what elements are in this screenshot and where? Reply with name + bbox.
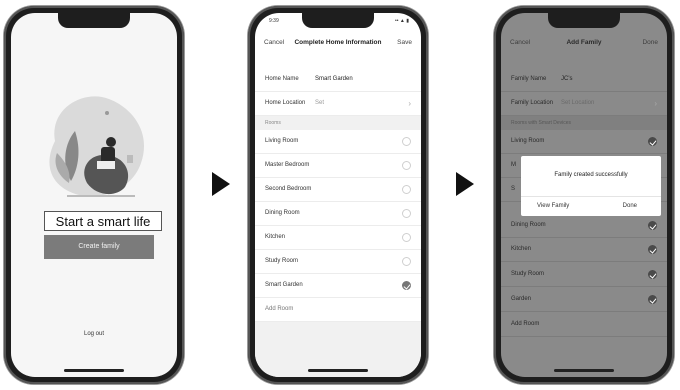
checkbox-icon[interactable] [402, 137, 411, 146]
family-name-value: JC's [561, 76, 573, 82]
room-row[interactable]: Smart Garden [255, 274, 421, 298]
home-info-screen: 9:39 •• ▲ ▮ Cancel Complete Home Informa… [255, 13, 421, 377]
done-button[interactable]: Done [642, 39, 658, 46]
illustration-laptop [97, 161, 115, 169]
home-location-row[interactable]: Home Location Set › [255, 92, 421, 116]
room-row[interactable]: Living Room [255, 130, 421, 154]
home-name-label: Home Name [265, 76, 299, 82]
save-button[interactable]: Save [397, 39, 412, 46]
room-label: Garden [511, 296, 532, 302]
home-location-label: Home Location [265, 100, 306, 106]
room-label: Study Room [511, 271, 545, 277]
checked-icon[interactable] [648, 221, 657, 230]
notch [548, 13, 620, 28]
room-label: M [511, 162, 516, 168]
room-row[interactable]: Master Bedroom [255, 154, 421, 178]
room-row[interactable]: Study Room [255, 250, 421, 274]
checked-icon[interactable] [648, 245, 657, 254]
room-label: Kitchen [511, 246, 532, 252]
rooms-section-header: Rooms [255, 116, 421, 130]
illustration-head [106, 137, 116, 147]
start-title: Start a smart life [44, 211, 162, 231]
add-family-screen: Cancel Add Family Done Family Name JC's … [501, 13, 667, 377]
family-name-row[interactable]: Family Name JC's [501, 68, 667, 92]
room-row[interactable]: Dining Room [501, 214, 667, 238]
nav-bar: Cancel Complete Home Information Save [255, 35, 421, 51]
checked-icon[interactable] [648, 295, 657, 304]
phone-home-info: 9:39 •• ▲ ▮ Cancel Complete Home Informa… [248, 6, 428, 384]
notch [302, 13, 374, 28]
home-indicator [308, 369, 368, 372]
home-location-value: Set [315, 100, 325, 106]
checked-icon[interactable] [648, 270, 657, 279]
dialog-done-button[interactable]: Done [623, 203, 637, 209]
start-screen: Start a smart life Create family Log out [11, 13, 177, 377]
checkbox-icon[interactable] [402, 185, 411, 194]
room-row[interactable]: Study Room [501, 263, 667, 287]
dialog-message: Family created successfully [554, 172, 628, 178]
phone-add-family: Cancel Add Family Done Family Name JC's … [494, 6, 674, 384]
home-name-row[interactable]: Home Name Smart Garden [255, 68, 421, 92]
room-label: Smart Garden [265, 282, 303, 288]
room-row[interactable]: Dining Room [255, 202, 421, 226]
checked-icon[interactable] [648, 137, 657, 146]
room-label: Living Room [265, 138, 299, 144]
nav-bar: Cancel Add Family Done [501, 35, 667, 51]
checkbox-icon[interactable] [402, 233, 411, 242]
room-label: S [511, 186, 516, 192]
room-label: Study Room [265, 258, 299, 264]
room-label: Living Room [511, 138, 545, 144]
home-indicator [64, 369, 124, 372]
room-row[interactable]: Living Room [501, 130, 667, 154]
rooms-section-header: Rooms with Smart Devices [501, 116, 667, 130]
dialog-divider [521, 196, 661, 197]
checkbox-icon[interactable] [402, 161, 411, 170]
phone-start: Start a smart life Create family Log out [4, 6, 184, 384]
family-name-label: Family Name [511, 76, 547, 82]
chevron-right-icon: › [408, 99, 411, 108]
room-label: Master Bedroom [265, 162, 310, 168]
room-label: Dining Room [511, 222, 546, 228]
room-row[interactable]: Kitchen [501, 238, 667, 262]
family-location-label: Family Location [511, 100, 554, 106]
family-location-row[interactable]: Family Location Set Location › [501, 92, 667, 116]
logout-link[interactable]: Log out [11, 331, 177, 337]
notch [58, 13, 130, 28]
checkbox-icon[interactable] [402, 209, 411, 218]
add-room-label: Add Room [265, 306, 294, 312]
home-name-value: Smart Garden [315, 76, 353, 82]
family-location-value: Set Location [561, 100, 595, 106]
illustration-device [127, 155, 133, 163]
view-family-button[interactable]: View Family [537, 203, 569, 209]
chevron-right-icon: › [654, 99, 657, 108]
home-indicator [554, 369, 614, 372]
smart-life-illustration [49, 96, 145, 197]
room-row[interactable]: Garden [501, 288, 667, 312]
arrow-right-icon [212, 172, 230, 196]
arrow-right-icon [456, 172, 474, 196]
status-time: 9:39 [269, 18, 279, 24]
room-row[interactable]: Second Bedroom [255, 178, 421, 202]
status-icons: •• ▲ ▮ [395, 18, 409, 24]
page-title: Complete Home Information [294, 39, 382, 46]
room-label: Kitchen [265, 234, 286, 240]
add-room-row[interactable]: Add Room [255, 298, 421, 322]
rooms-section-label: Rooms [265, 120, 281, 126]
rooms-section-label: Rooms with Smart Devices [511, 120, 572, 126]
create-family-button[interactable]: Create family [44, 235, 154, 259]
room-label: Second Bedroom [265, 186, 312, 192]
room-label: Dining Room [265, 210, 300, 216]
checkbox-icon[interactable] [402, 257, 411, 266]
add-room-label: Add Room [511, 321, 540, 327]
illustration-floor [67, 195, 135, 197]
add-room-row[interactable]: Add Room [501, 313, 667, 337]
room-row[interactable]: Kitchen [255, 226, 421, 250]
illustration-dot [105, 111, 109, 115]
checked-icon[interactable] [402, 281, 411, 290]
success-dialog: Family created successfully View Family … [521, 156, 661, 216]
